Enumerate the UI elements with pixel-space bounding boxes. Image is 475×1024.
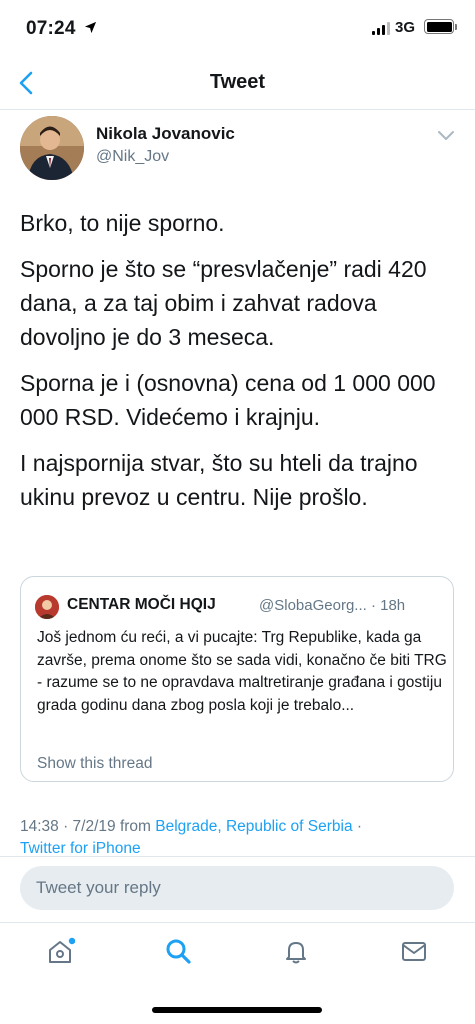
show-thread-link[interactable]: Show this thread xyxy=(37,755,152,773)
tweet-paragraph: Sporno je što se “presvlačenje” radi 420… xyxy=(20,256,427,350)
tab-search[interactable] xyxy=(160,933,196,969)
tweet-paragraph: Brko, to nije sporno. xyxy=(20,210,225,236)
tweet-meta: 14:38 · 7/2/19 from Belgrade, Republic o… xyxy=(20,816,460,856)
quoted-author-handle: @SlobaGeorg... · 18h xyxy=(259,597,406,614)
chevron-down-icon[interactable] xyxy=(437,128,455,142)
status-bar: 07:24 3G xyxy=(0,0,475,56)
tab-bar xyxy=(0,922,475,978)
tweet-client-link[interactable]: Twitter for iPhone xyxy=(20,840,141,856)
location-arrow-icon xyxy=(84,21,97,34)
bell-icon xyxy=(286,942,306,964)
tab-notifications[interactable] xyxy=(278,933,314,969)
mail-icon xyxy=(402,942,426,961)
tweet-text: Brko, to nije sporno. Sporno je što se “… xyxy=(20,206,460,526)
quoted-tweet-card[interactable]: CENTAR MOČI HQIJ @SlobaGeorg... · 18h Jo… xyxy=(20,576,454,782)
divider xyxy=(0,856,475,857)
tweet-paragraph: Sporna je i (osnovna) cena od 1 000 000 … xyxy=(20,370,436,430)
tab-home[interactable] xyxy=(42,933,78,969)
signal-icon xyxy=(372,22,390,35)
quoted-tweet-text: Još jednom ću reći, a vi pucajte: Trg Re… xyxy=(37,629,447,714)
tweet-location-link[interactable]: Belgrade, Republic of Serbia xyxy=(155,818,352,835)
search-icon xyxy=(166,939,191,964)
avatar-image xyxy=(20,116,84,180)
quoted-author-avatar xyxy=(35,595,59,619)
home-icon xyxy=(49,937,75,963)
tab-messages[interactable] xyxy=(396,933,432,969)
quoted-author-name: CENTAR MOČI HQIJ xyxy=(67,596,216,613)
battery-tip xyxy=(455,24,457,30)
author-name[interactable]: Nikola Jovanovic xyxy=(96,124,235,144)
reply-input[interactable] xyxy=(20,866,454,910)
author-avatar[interactable] xyxy=(20,116,84,180)
status-time: 07:24 xyxy=(26,18,76,39)
meta-separator: · xyxy=(352,818,363,835)
nav-bar: Tweet xyxy=(0,56,475,110)
network-type: 3G xyxy=(395,19,416,36)
home-indicator xyxy=(152,1007,322,1013)
tweet-datetime: 14:38 · 7/2/19 from xyxy=(20,818,156,835)
author-handle[interactable]: @Nik_Jov xyxy=(96,148,169,166)
page-title: Tweet xyxy=(209,71,266,93)
battery-icon xyxy=(424,19,454,34)
tweet-paragraph: I najspornija stvar, što su hteli da tra… xyxy=(20,450,418,510)
